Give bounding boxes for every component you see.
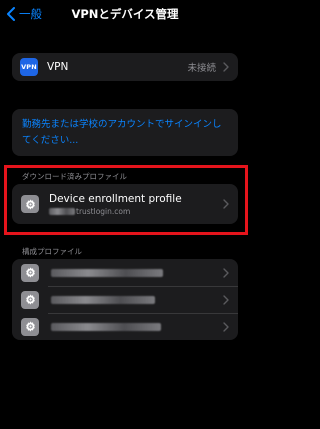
navigation-bar: 一般 VPNとデバイス管理 xyxy=(0,0,250,30)
vpn-icon: VPN xyxy=(20,58,38,76)
chevron-right-icon xyxy=(223,294,229,305)
config-profile-row[interactable] xyxy=(12,259,238,286)
config-profile-row[interactable] xyxy=(12,313,238,340)
config-profile-row[interactable] xyxy=(12,286,238,313)
chevron-right-icon xyxy=(223,267,229,278)
page-title: VPNとデバイス管理 xyxy=(71,7,179,21)
vpn-label: VPN xyxy=(47,61,69,73)
chevron-right-icon xyxy=(223,321,229,332)
redacted-profile-name xyxy=(51,268,163,277)
sign-in-work-school-account-button[interactable]: 勤務先または学校のアカウントでサインインしてください... xyxy=(12,109,238,156)
gear-icon xyxy=(21,317,39,336)
vpn-group: VPN VPN 未接続 xyxy=(12,53,238,81)
vpn-row[interactable]: VPN VPN 未接続 xyxy=(12,53,238,81)
redacted-profile-name xyxy=(51,295,155,304)
sign-in-label: 勤務先または学校のアカウントでサインインしてください... xyxy=(22,119,222,146)
configuration-profiles-header: 構成プロファイル xyxy=(22,247,82,256)
redacted-profile-name xyxy=(51,322,161,331)
vpn-status: 未接続 xyxy=(187,63,216,74)
chevron-right-icon xyxy=(223,62,229,72)
configuration-profiles-group xyxy=(12,259,238,340)
gear-icon xyxy=(21,290,39,309)
highlight-box xyxy=(4,165,248,235)
gear-icon xyxy=(21,263,39,282)
